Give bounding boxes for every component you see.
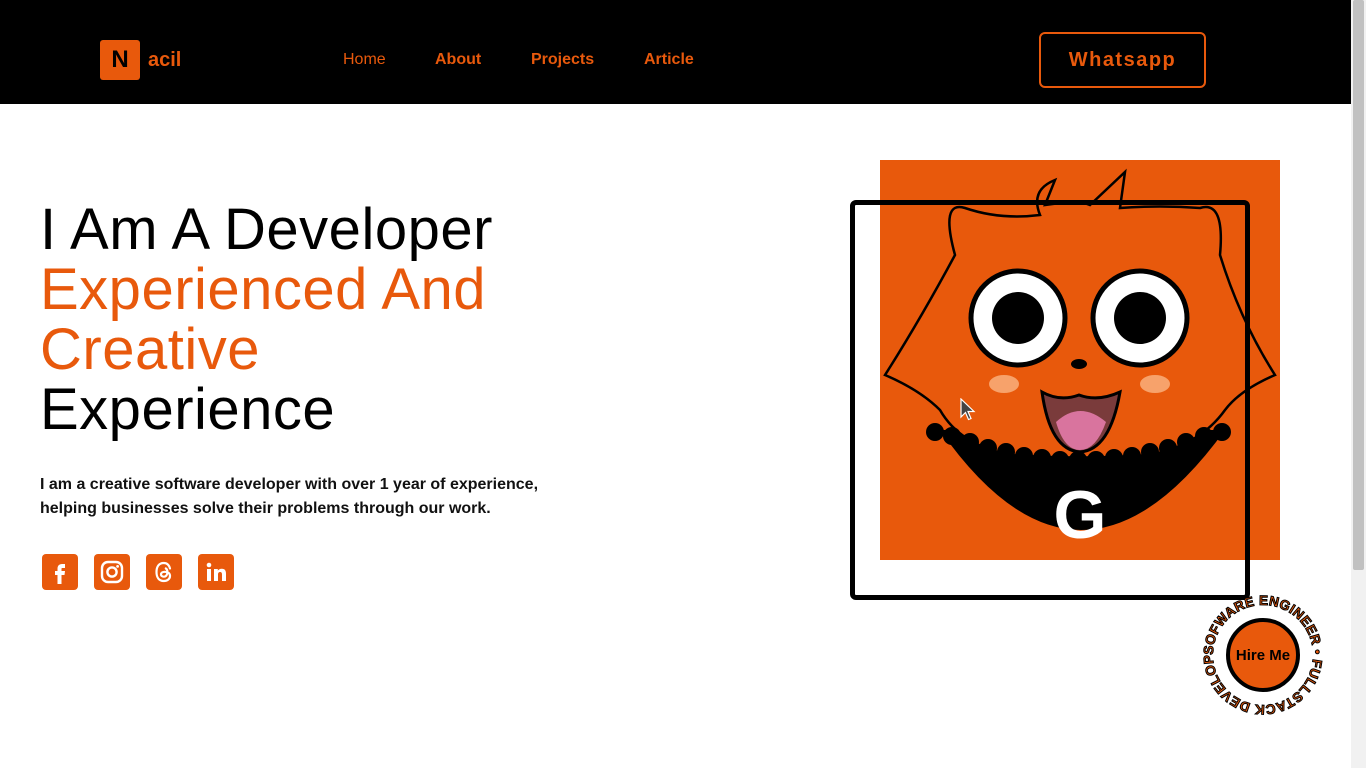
nav-link-about[interactable]: About xyxy=(435,51,481,69)
nav-link-home[interactable]: Home xyxy=(343,51,386,69)
logo-text[interactable]: acil xyxy=(148,49,181,72)
logo-mark[interactable]: N xyxy=(100,40,140,80)
hero-title-line-3: Creative xyxy=(40,317,260,382)
page: N acil Home About Projects Article Whats… xyxy=(0,0,1366,768)
top-navbar: N acil Home About Projects Article Whats… xyxy=(0,0,1351,104)
hero-title-line-4: Experience xyxy=(40,377,336,442)
instagram-icon[interactable] xyxy=(94,554,130,590)
social-links xyxy=(42,554,234,590)
nav-link-article[interactable]: Article xyxy=(644,51,694,69)
hero-title: I Am A Developer Experienced And Creativ… xyxy=(40,200,493,440)
scrollbar-thumb[interactable] xyxy=(1353,0,1364,570)
whatsapp-button[interactable]: Whatsapp xyxy=(1039,32,1206,88)
nav-link-projects[interactable]: Projects xyxy=(531,51,594,69)
hire-me-button[interactable]: Hire Me xyxy=(1226,618,1300,692)
hero-description: I am a creative software developer with … xyxy=(40,476,539,517)
hero-title-line-1: I Am A Developer xyxy=(40,197,493,262)
image-frame xyxy=(850,200,1250,600)
mouse-cursor-icon xyxy=(960,398,976,421)
facebook-icon[interactable] xyxy=(42,554,78,590)
linkedin-icon[interactable] xyxy=(198,554,234,590)
hero-title-line-2: Experienced And xyxy=(40,257,487,322)
threads-icon[interactable] xyxy=(146,554,182,590)
